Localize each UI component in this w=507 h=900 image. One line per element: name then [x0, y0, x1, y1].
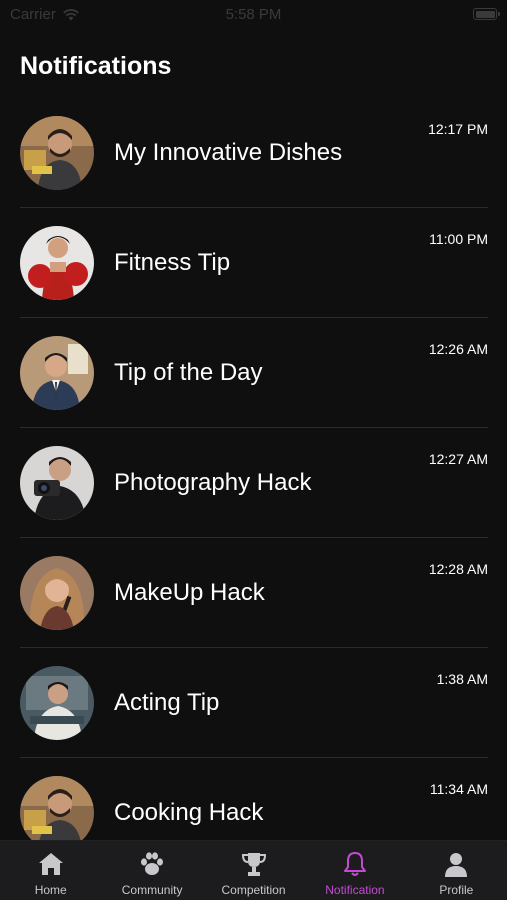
chef-avatar: [20, 775, 94, 850]
notification-title: Fitness Tip: [114, 248, 231, 276]
tab-label: Competition: [221, 883, 286, 897]
notification-title: MakeUp Hack: [114, 578, 265, 606]
notification-time: 12:26 AM: [428, 341, 488, 357]
actor-avatar: [20, 665, 94, 740]
notification-row[interactable]: Tip of the Day 12:26 AM: [20, 318, 488, 428]
notification-title: Photography Hack: [114, 468, 312, 496]
notification-row[interactable]: Acting Tip 1:38 AM: [20, 648, 488, 758]
tab-label: Profile: [439, 883, 474, 897]
chef-avatar: [20, 115, 94, 190]
paw-icon: [141, 852, 164, 875]
notification-time: 12:27 AM: [428, 451, 488, 467]
presenter-avatar: [20, 335, 94, 410]
person-icon: [445, 853, 468, 877]
tab-label: Notification: [325, 883, 385, 897]
photographer-avatar: [20, 445, 94, 520]
notification-time: 12:28 AM: [428, 561, 488, 577]
notification-time: 1:38 AM: [436, 671, 488, 687]
notification-row[interactable]: Fitness Tip 11:00 PM: [20, 208, 488, 318]
notification-list: My Innovative Dishes 12:17 PM Fitness Ti…: [20, 98, 488, 868]
notification-time: 12:17 PM: [428, 121, 488, 137]
tab-label: Home: [34, 883, 67, 897]
notification-title: Cooking Hack: [114, 798, 264, 826]
status-left: Carrier: [10, 6, 80, 23]
tab-competition[interactable]: Competition: [203, 841, 304, 900]
home-icon: [38, 853, 63, 875]
wifi-icon: [63, 8, 79, 20]
tab-home[interactable]: Home: [0, 841, 101, 900]
battery-icon: [473, 8, 500, 20]
tab-notification[interactable]: Notification: [304, 841, 405, 900]
notification-row[interactable]: Photography Hack 12:27 AM: [20, 428, 488, 538]
tab-label: Community: [121, 883, 183, 897]
page-title: Notifications: [20, 52, 172, 80]
carrier-label: Carrier: [10, 5, 56, 23]
notification-row[interactable]: MakeUp Hack 12:28 AM: [20, 538, 488, 648]
makeup-artist-avatar: [20, 555, 94, 630]
trophy-icon: [241, 853, 266, 876]
bell-icon: [343, 852, 366, 876]
notification-title: My Innovative Dishes: [114, 138, 343, 166]
notification-time: 11:00 PM: [429, 231, 488, 247]
status-bar: Carrier 5:58 PM: [0, 0, 507, 28]
notification-title: Acting Tip: [114, 688, 220, 716]
notification-time: 11:34 AM: [429, 781, 488, 797]
tab-community[interactable]: Community: [101, 841, 202, 900]
notification-row[interactable]: My Innovative Dishes 12:17 PM: [20, 98, 488, 208]
tab-bar: Home Community Competition Notification: [0, 840, 507, 900]
tab-profile[interactable]: Profile: [406, 841, 507, 900]
boxer-avatar: [20, 225, 94, 300]
notification-title: Tip of the Day: [114, 358, 263, 386]
